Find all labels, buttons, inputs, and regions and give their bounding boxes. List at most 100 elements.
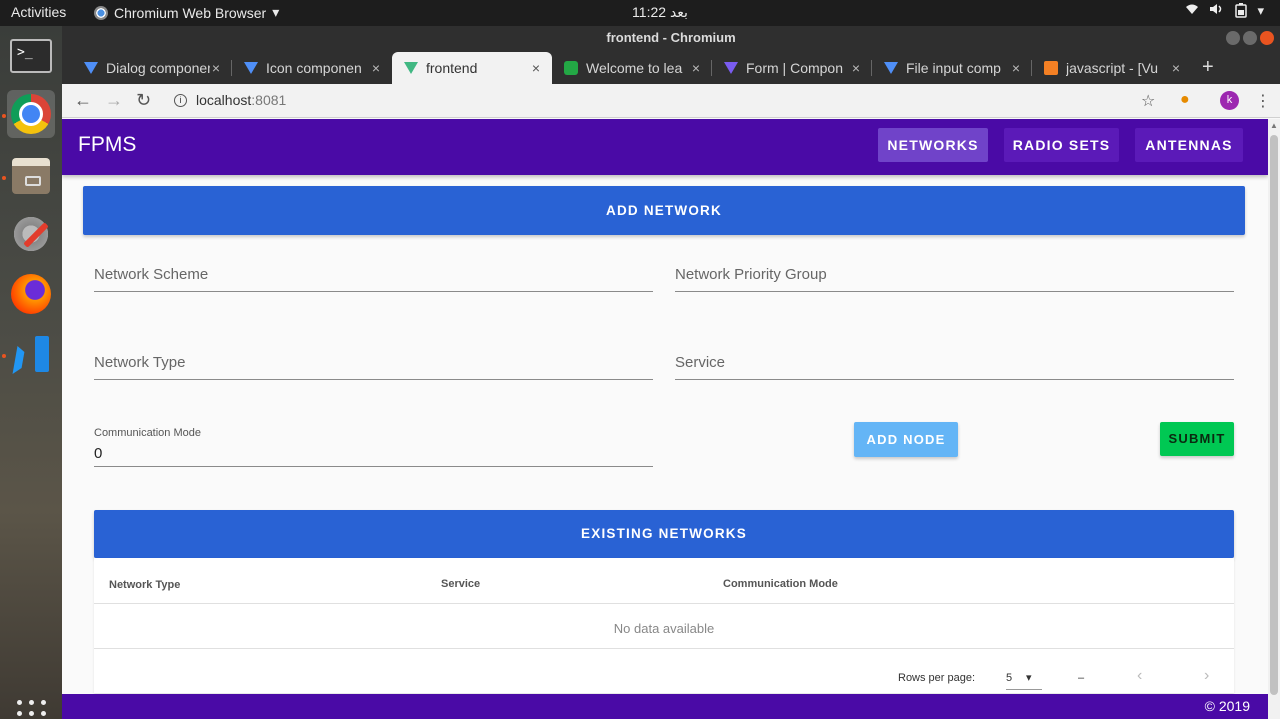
app-toolbar: FPMS NETWORKS RADIO SETS ANTENNAS bbox=[62, 119, 1268, 175]
dock-firefox[interactable] bbox=[7, 270, 55, 318]
vscode-icon bbox=[11, 334, 51, 374]
files-icon bbox=[12, 158, 50, 194]
browser-tab[interactable]: File input comp × bbox=[872, 52, 1032, 84]
nav-networks-button[interactable]: NETWORKS bbox=[878, 128, 988, 162]
network-priority-group-field[interactable]: Network Priority Group bbox=[675, 252, 1234, 292]
tab-title: File input comp bbox=[906, 60, 1001, 76]
divider bbox=[94, 603, 1234, 604]
dock-vscode[interactable] bbox=[7, 330, 55, 378]
page-range: – bbox=[1078, 672, 1085, 684]
prev-page-icon[interactable]: ‹ bbox=[1137, 667, 1142, 685]
settings-icon bbox=[11, 214, 51, 254]
rows-per-page-value: 5 bbox=[1006, 672, 1013, 684]
running-indicator bbox=[2, 114, 6, 118]
vue-icon bbox=[884, 62, 898, 74]
browser-tab[interactable]: Icon componen × bbox=[232, 52, 392, 84]
dock-settings[interactable] bbox=[7, 210, 55, 258]
add-network-button[interactable]: ADD NETWORK bbox=[83, 186, 1245, 235]
service-label: Service bbox=[675, 354, 726, 371]
browser-tab[interactable]: javascript - [Vu × bbox=[1032, 52, 1192, 84]
chevron-down-icon: ▾ bbox=[1257, 3, 1264, 18]
extension-icon[interactable]: ● bbox=[1180, 91, 1190, 109]
url-port: :8081 bbox=[251, 92, 287, 108]
dock-terminal[interactable]: >_ bbox=[7, 32, 55, 80]
battery-icon bbox=[1235, 3, 1248, 21]
network-scheme-label: Network Scheme bbox=[94, 266, 209, 283]
browser-tab[interactable]: Form | Compon × bbox=[712, 52, 872, 84]
dock-chromium[interactable] bbox=[7, 90, 55, 138]
nav-antennas-button[interactable]: ANTENNAS bbox=[1135, 128, 1243, 162]
close-icon[interactable]: × bbox=[212, 60, 220, 76]
browser-tab[interactable]: Dialog componen × bbox=[72, 52, 232, 84]
communication-mode-value: 0 bbox=[94, 445, 103, 462]
vue-icon bbox=[724, 62, 738, 74]
window-titlebar[interactable]: frontend - Chromium bbox=[62, 26, 1280, 50]
tab-strip: Dialog componen × Icon componen × fronte… bbox=[62, 50, 1280, 84]
profile-avatar[interactable]: k bbox=[1220, 91, 1239, 110]
page-scrollbar[interactable]: ▲ bbox=[1268, 119, 1280, 719]
close-icon[interactable]: × bbox=[1012, 60, 1020, 76]
network-priority-group-label: Network Priority Group bbox=[675, 266, 827, 283]
stackoverflow-icon bbox=[1044, 61, 1058, 75]
networks-table: Network Type Service Communication Mode … bbox=[94, 558, 1234, 693]
menu-dots-icon[interactable]: ⋮ bbox=[1255, 91, 1271, 111]
close-icon[interactable]: × bbox=[372, 60, 380, 76]
network-type-label: Network Type bbox=[94, 354, 186, 371]
info-icon[interactable]: i bbox=[174, 93, 187, 107]
communication-mode-label: Communication Mode bbox=[94, 427, 201, 439]
wifi-icon bbox=[1185, 3, 1199, 21]
browser-tab[interactable]: Welcome to lea × bbox=[552, 52, 712, 84]
column-header-network-type[interactable]: Network Type bbox=[109, 579, 180, 591]
scroll-up-icon[interactable]: ▲ bbox=[1270, 121, 1278, 130]
tab-title: frontend bbox=[426, 60, 478, 76]
chromium-icon bbox=[11, 94, 51, 134]
minimize-button[interactable] bbox=[1226, 31, 1240, 45]
add-node-button[interactable]: ADD NODE bbox=[854, 422, 958, 457]
column-header-communication-mode[interactable]: Communication Mode bbox=[723, 578, 838, 590]
network-type-field[interactable]: Network Type bbox=[94, 340, 653, 380]
close-icon[interactable]: × bbox=[532, 60, 540, 76]
window-title: frontend - Chromium bbox=[606, 30, 736, 45]
divider bbox=[94, 648, 1234, 649]
app-brand[interactable]: FPMS bbox=[78, 133, 136, 157]
nav-radio-sets-button[interactable]: RADIO SETS bbox=[1004, 128, 1119, 162]
system-top-bar: Activities Chromium Web Browser ▾ 11:22 … bbox=[0, 0, 1280, 26]
browser-tab-active[interactable]: frontend × bbox=[392, 52, 552, 84]
app-footer: © 2019 bbox=[62, 694, 1268, 719]
vue-icon bbox=[84, 62, 98, 74]
vue-icon bbox=[244, 62, 258, 74]
star-icon[interactable]: ☆ bbox=[1141, 91, 1155, 111]
communication-mode-field[interactable]: Communication Mode 0 bbox=[94, 427, 653, 467]
system-tray[interactable]: ▾ bbox=[1185, 3, 1264, 21]
caret-down-icon: ▾ bbox=[1026, 672, 1032, 684]
rows-per-page-select[interactable]: 5 ▾ bbox=[1006, 672, 1042, 690]
toolbar: ← → ↻ i localhost:8081 ☆ ● k ⋮ bbox=[62, 84, 1280, 118]
close-icon[interactable]: × bbox=[1172, 60, 1180, 76]
app-grid-icon[interactable] bbox=[17, 700, 47, 719]
existing-networks-button[interactable]: EXISTING NETWORKS bbox=[94, 510, 1234, 558]
browser-window: frontend - Chromium Dialog componen × Ic… bbox=[62, 26, 1280, 719]
vue-icon bbox=[404, 62, 418, 74]
column-header-service[interactable]: Service bbox=[441, 578, 480, 590]
new-tab-button[interactable]: + bbox=[1202, 56, 1214, 79]
clock[interactable]: 11:22 بعد bbox=[0, 4, 1280, 21]
address-bar[interactable]: i localhost:8081 bbox=[174, 92, 286, 108]
maximize-button[interactable] bbox=[1243, 31, 1257, 45]
window-controls bbox=[1226, 31, 1274, 45]
close-window-button[interactable] bbox=[1260, 31, 1274, 45]
dock-files[interactable] bbox=[7, 152, 55, 200]
volume-icon bbox=[1209, 3, 1225, 21]
scroll-thumb[interactable] bbox=[1270, 135, 1278, 695]
back-arrow-icon[interactable]: ← bbox=[74, 90, 92, 111]
close-icon[interactable]: × bbox=[692, 60, 700, 76]
next-page-icon[interactable]: › bbox=[1204, 667, 1209, 685]
copyright-text: © 2019 bbox=[1204, 698, 1250, 714]
close-icon[interactable]: × bbox=[852, 60, 860, 76]
tab-title: Form | Compon bbox=[746, 60, 843, 76]
reload-icon[interactable]: ↻ bbox=[136, 90, 151, 111]
service-field[interactable]: Service bbox=[675, 340, 1234, 380]
network-scheme-field[interactable]: Network Scheme bbox=[94, 252, 653, 292]
tab-title: javascript - [Vu bbox=[1066, 60, 1159, 76]
forward-arrow-icon[interactable]: → bbox=[105, 90, 123, 111]
submit-button[interactable]: SUBMIT bbox=[1160, 422, 1234, 456]
